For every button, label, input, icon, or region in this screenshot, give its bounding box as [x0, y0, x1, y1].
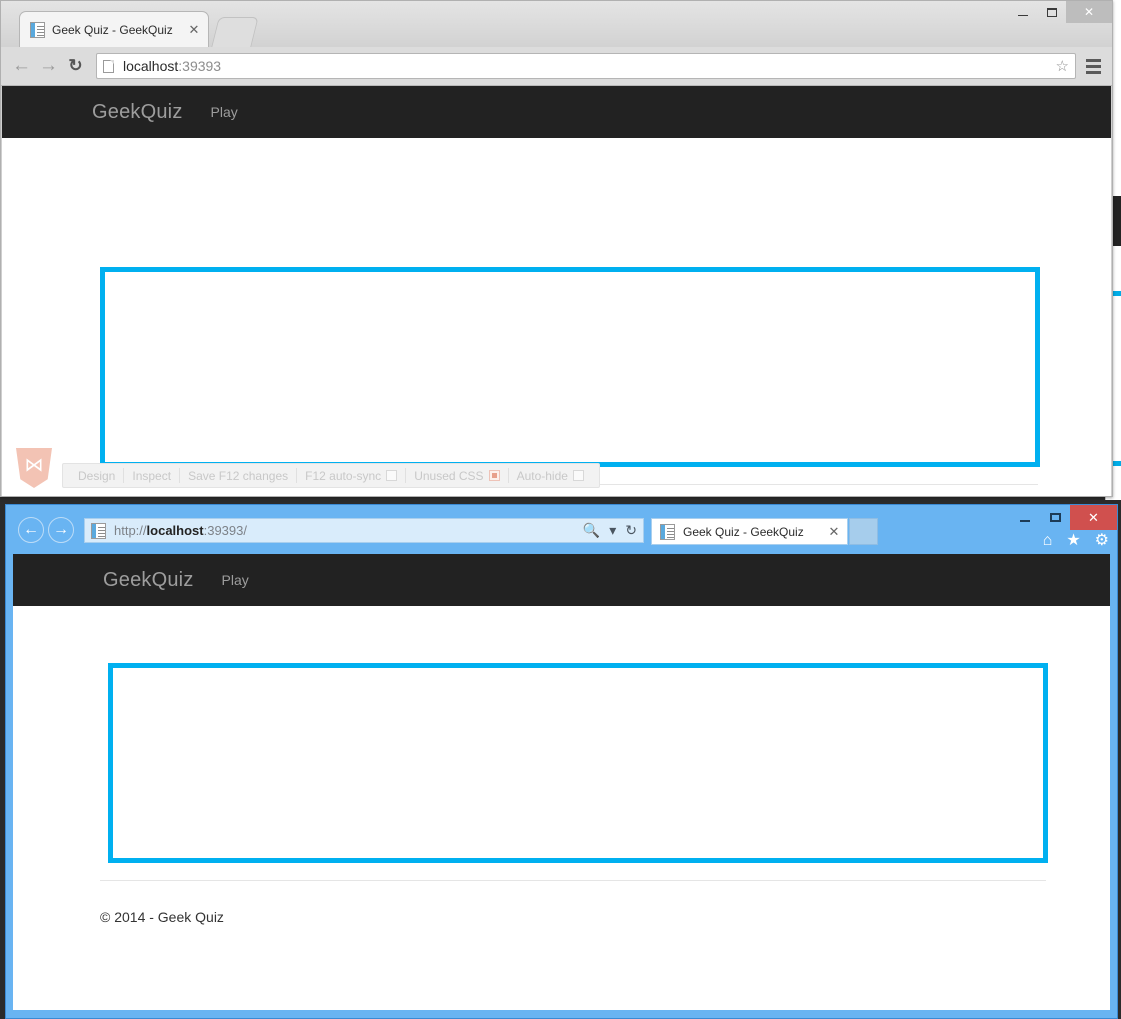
browser-link-auto-hide-label: Auto-hide: [516, 468, 568, 483]
browser-link-design[interactable]: Design: [70, 469, 123, 483]
ie-tab[interactable]: Geek Quiz - GeekQuiz ✕: [651, 518, 848, 545]
ie-command-bar: ⌂ ★ ⚙: [1043, 533, 1109, 549]
browser-link-inspect-label: Inspect: [132, 468, 172, 483]
background-window-panel-sliver-bottom: [1112, 461, 1121, 466]
search-icon[interactable]: 🔍: [583, 522, 600, 539]
forward-button[interactable]: →: [35, 53, 62, 80]
browser-link-auto-hide[interactable]: Auto-hide: [509, 469, 592, 483]
ie-viewport: GeekQuiz Play © 2014 - Geek Quiz: [13, 554, 1110, 1010]
refresh-icon[interactable]: ↻: [625, 522, 637, 539]
chrome-tab[interactable]: Geek Quiz - GeekQuiz ✕: [19, 11, 209, 47]
close-button[interactable]: ✕: [1070, 505, 1117, 530]
address-scheme: http://: [114, 523, 147, 538]
chrome-toolbar: ← → ↻ localhost:39393 ☆: [1, 47, 1112, 86]
address-bar[interactable]: localhost:39393 ☆: [96, 53, 1076, 79]
address-port: :39393: [178, 58, 222, 74]
screen-root: Geek Quiz - GeekQuiz ✕ ✕ ← → ↻ localhost…: [0, 0, 1121, 1019]
favorites-star-icon[interactable]: ★: [1066, 533, 1080, 549]
nav-link-play[interactable]: Play: [211, 104, 238, 120]
checkbox-icon[interactable]: [386, 470, 398, 481]
maximize-button[interactable]: [1037, 1, 1066, 23]
maximize-button[interactable]: [1040, 505, 1070, 530]
page-body-ie: © 2014 - Geek Quiz: [13, 606, 1110, 1010]
footer-divider: [100, 880, 1046, 881]
gear-icon[interactable]: ⚙: [1095, 533, 1109, 549]
browser-link-toolbar: ⋈ Design Inspect Save F12 changes F12 au…: [16, 448, 600, 488]
nav-link-play[interactable]: Play: [222, 572, 249, 588]
reload-button[interactable]: ↻: [62, 53, 89, 80]
maximize-icon: [1046, 7, 1057, 17]
browser-link-save-f12-label: Save F12 changes: [188, 468, 289, 483]
address-bar-text: http://localhost:39393/: [114, 523, 247, 538]
address-host: localhost: [146, 523, 204, 538]
ie-title-bar: ← → http://localhost:39393/ 🔍 ▾ ↻ Geek Q…: [6, 505, 1117, 554]
close-icon[interactable]: ✕: [826, 524, 842, 540]
address-bar-text: localhost:39393: [123, 58, 221, 74]
ie-tab-title: Geek Quiz - GeekQuiz: [683, 524, 804, 539]
back-button[interactable]: ←: [8, 53, 35, 80]
background-window-panel-sliver-top: [1112, 291, 1121, 296]
chrome-window-controls: ✕: [1008, 1, 1112, 31]
site-brand[interactable]: GeekQuiz: [103, 569, 194, 592]
site-navbar: GeekQuiz Play: [2, 86, 1111, 138]
close-icon[interactable]: ✕: [186, 22, 202, 38]
page-favicon-icon: [660, 523, 675, 540]
page-favicon-icon: [30, 21, 45, 38]
minimize-icon: [1020, 519, 1030, 522]
checkbox-icon[interactable]: [572, 470, 584, 481]
browser-link-inspect[interactable]: Inspect: [124, 469, 179, 483]
forward-button[interactable]: →: [48, 517, 74, 543]
quiz-panel[interactable]: [108, 663, 1048, 863]
bookmark-star-icon[interactable]: ☆: [1056, 57, 1069, 75]
chrome-tab-title: Geek Quiz - GeekQuiz: [52, 22, 173, 37]
ie-window-controls: ✕: [1010, 505, 1117, 530]
browser-link-design-label: Design: [78, 468, 116, 483]
page-favicon-icon: [91, 522, 106, 539]
browser-link-save-f12-changes[interactable]: Save F12 changes: [180, 469, 296, 483]
home-icon[interactable]: ⌂: [1043, 533, 1053, 549]
chrome-new-tab-button[interactable]: [211, 17, 259, 47]
hamburger-menu-icon[interactable]: [1081, 53, 1105, 79]
minimize-button[interactable]: [1010, 505, 1040, 530]
browser-link-f12-auto-sync[interactable]: F12 auto-sync: [297, 469, 405, 483]
radio-icon[interactable]: [488, 470, 500, 481]
browser-link-f12-auto-sync-label: F12 auto-sync: [305, 468, 382, 483]
maximize-icon: [1049, 513, 1061, 522]
ie-new-tab-button[interactable]: [849, 518, 878, 545]
address-host: localhost: [123, 58, 179, 74]
quiz-panel[interactable]: [100, 267, 1040, 467]
chevron-down-icon[interactable]: ▾: [609, 522, 616, 539]
address-port: :39393/: [203, 523, 247, 538]
internet-explorer-window: ← → http://localhost:39393/ 🔍 ▾ ↻ Geek Q…: [5, 504, 1118, 1019]
site-navbar: GeekQuiz Play: [13, 554, 1110, 606]
minimize-icon: [1017, 14, 1028, 16]
page-info-icon[interactable]: [103, 59, 114, 73]
site-brand[interactable]: GeekQuiz: [92, 101, 183, 124]
address-bar-actions: 🔍 ▾ ↻: [583, 522, 637, 539]
browser-link-unused-css[interactable]: Unused CSS: [406, 469, 507, 483]
chrome-browser-window: Geek Quiz - GeekQuiz ✕ ✕ ← → ↻ localhost…: [0, 0, 1113, 497]
visual-studio-logo: ⋈: [16, 448, 52, 488]
visual-studio-glyph: ⋈: [24, 454, 44, 476]
chrome-tab-strip: Geek Quiz - GeekQuiz ✕ ✕: [1, 1, 1112, 47]
page-body-chrome: © 2014 - Geek Quiz: [2, 138, 1111, 496]
chrome-viewport: GeekQuiz Play © 2014 - Geek Quiz ⋈ Desig…: [1, 86, 1112, 496]
browser-link-unused-css-label: Unused CSS: [414, 468, 484, 483]
close-button[interactable]: ✕: [1066, 1, 1112, 23]
address-bar[interactable]: http://localhost:39393/ 🔍 ▾ ↻: [84, 518, 644, 543]
footer-copyright: © 2014 - Geek Quiz: [100, 909, 224, 925]
browser-link-panel: Design Inspect Save F12 changes F12 auto…: [62, 463, 600, 488]
minimize-button[interactable]: [1008, 1, 1037, 23]
back-button[interactable]: ←: [18, 517, 44, 543]
